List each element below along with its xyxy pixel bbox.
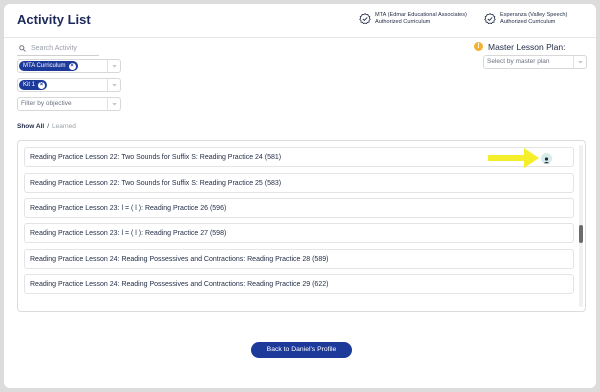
scrollbar-thumb[interactable] <box>579 225 583 243</box>
remove-chip-icon[interactable]: × <box>38 81 46 89</box>
kit-select[interactable]: Kit 1 × <box>17 78 121 92</box>
curriculum-chip: MTA Curriculum × <box>19 61 78 71</box>
activity-row[interactable]: Reading Practice Lesson 24: Reading Poss… <box>24 249 574 269</box>
badge-line1: Esperanza (Valley Speech) <box>500 12 568 18</box>
remove-chip-icon[interactable]: × <box>68 62 76 70</box>
objective-select[interactable]: Filter by objective <box>17 97 121 111</box>
chevron-down-icon[interactable] <box>573 56 586 68</box>
filter-tabs: Show All / Learned <box>17 123 76 130</box>
activity-label: Reading Practice Lesson 22: Two Sounds f… <box>30 180 282 187</box>
tab-separator: / <box>47 123 50 130</box>
chip-label: MTA Curriculum <box>23 63 66 69</box>
activity-label: Reading Practice Lesson 24: Reading Poss… <box>30 256 329 263</box>
master-plan-placeholder: Select by master plan <box>487 58 550 65</box>
activity-label: Reading Practice Lesson 24: Reading Poss… <box>30 281 329 288</box>
activity-row[interactable]: Reading Practice Lesson 24: Reading Poss… <box>24 274 574 294</box>
activity-label: Reading Practice Lesson 23: l = ( l ): R… <box>30 230 227 237</box>
person-icon[interactable] <box>541 153 552 164</box>
activity-label: Reading Practice Lesson 23: l = ( l ): R… <box>30 205 227 212</box>
activity-row[interactable]: Reading Practice Lesson 22: Two Sounds f… <box>24 173 574 193</box>
chevron-down-icon[interactable] <box>107 60 120 72</box>
search-icon <box>19 45 26 52</box>
master-plan-select[interactable]: Select by master plan <box>483 55 587 69</box>
esperanza-badge: Esperanza (Valley Speech) Authorized Cur… <box>484 12 567 26</box>
app-window: Activity List MTA (Edmar Educational Ass… <box>4 4 596 388</box>
activity-row[interactable]: Reading Practice Lesson 23: l = ( l ): R… <box>24 198 574 218</box>
activity-row[interactable]: Reading Practice Lesson 22: Two Sounds f… <box>24 147 574 168</box>
tab-show-all[interactable]: Show All <box>17 123 44 130</box>
warning-icon: ! <box>474 42 483 51</box>
curriculum-select[interactable]: MTA Curriculum × <box>17 59 121 73</box>
scrollbar[interactable] <box>579 145 583 307</box>
master-lesson-plan-label: Master Lesson Plan: <box>488 42 566 52</box>
badge-line1: MTA (Edmar Educational Associates) <box>375 12 467 18</box>
page-header: Activity List MTA (Edmar Educational Ass… <box>4 4 596 38</box>
back-to-profile-button[interactable]: Back to Daniel's Profile <box>251 342 352 358</box>
mta-badge: MTA (Edmar Educational Associates) Autho… <box>359 12 467 26</box>
objective-placeholder: Filter by objective <box>21 100 72 107</box>
search-placeholder: Search Activity <box>31 45 77 52</box>
pointer-arrow-icon <box>488 148 539 168</box>
chevron-down-icon[interactable] <box>107 79 120 91</box>
tab-learned[interactable]: Learned <box>52 123 76 130</box>
badge-line2: Authorized Curriculum <box>375 19 431 25</box>
chevron-down-icon[interactable] <box>107 98 120 110</box>
chip-label: Kit 1 <box>23 82 36 88</box>
badge-line2: Authorized Curriculum <box>500 19 556 25</box>
search-input[interactable]: Search Activity <box>17 42 99 56</box>
kit-chip: Kit 1 × <box>19 80 48 90</box>
page-title: Activity List <box>17 12 91 27</box>
certified-seal-icon <box>359 13 371 25</box>
activity-row[interactable]: Reading Practice Lesson 23: l = ( l ): R… <box>24 223 574 243</box>
activity-list: Reading Practice Lesson 22: Two Sounds f… <box>17 140 586 312</box>
activity-label: Reading Practice Lesson 22: Two Sounds f… <box>30 154 282 161</box>
certified-seal-icon <box>484 13 496 25</box>
